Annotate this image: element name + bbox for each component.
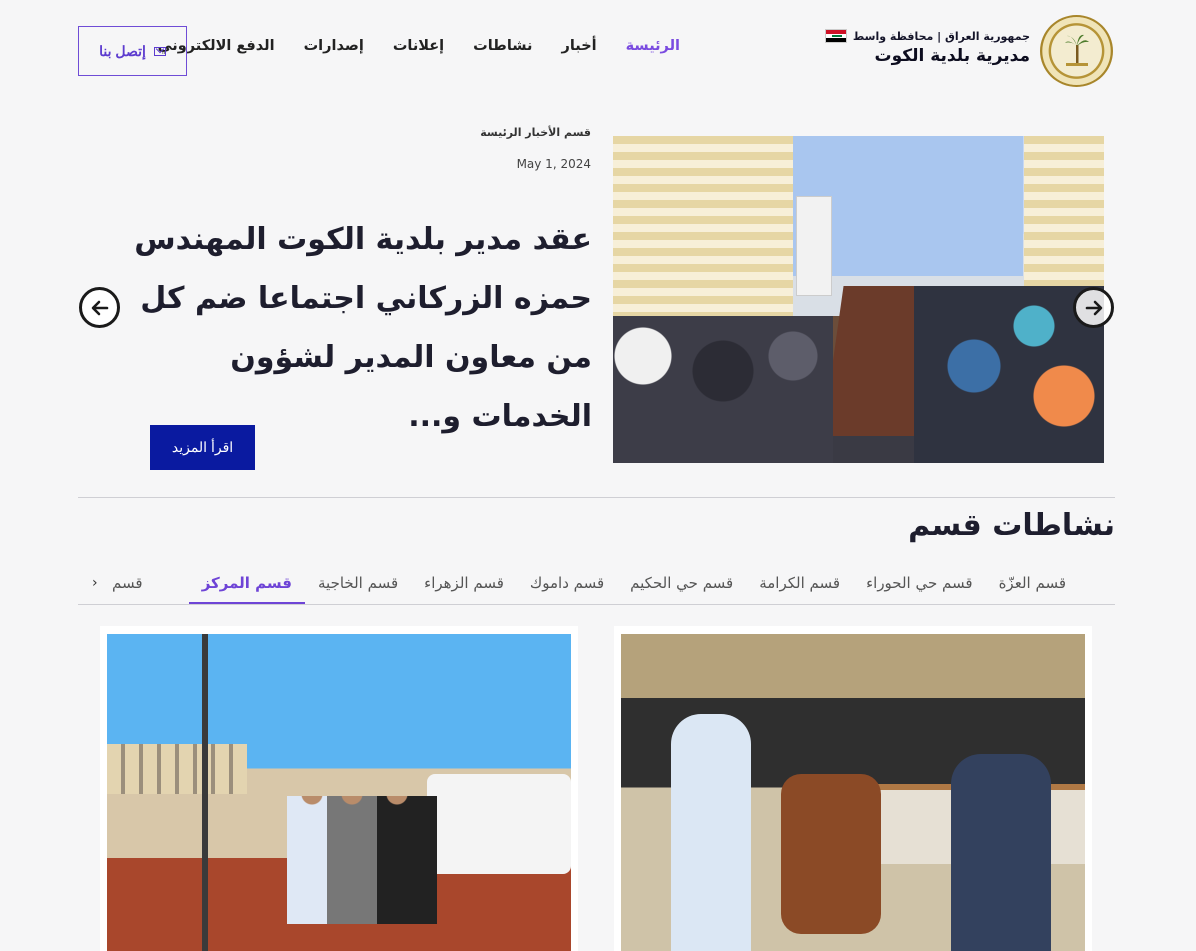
tab-damook[interactable]: قسم داموك — [517, 566, 617, 604]
activity-card[interactable] — [614, 626, 1092, 951]
arrow-left-icon — [91, 300, 108, 315]
main-nav: الرئيسة أخبار نشاطات إعلانات إصدارات الد… — [158, 38, 680, 60]
brand-title[interactable]: مديرية بلدية الكوت — [874, 46, 1030, 66]
tab-markaz[interactable]: قسم المركز — [188, 566, 305, 604]
arrow-right-icon — [1085, 300, 1102, 315]
envelope-icon — [153, 46, 166, 56]
tab-hay-alhakeem[interactable]: قسم حي الحكيم — [617, 566, 746, 604]
tab-row: قسم المركز قسم الخاجية قسم الزهراء قسم د… — [188, 566, 1079, 604]
nav-item-news[interactable]: أخبار — [562, 38, 597, 60]
nav-item-activities[interactable]: نشاطات — [473, 38, 532, 60]
activity-image-street[interactable] — [107, 634, 571, 951]
activity-image-office[interactable] — [621, 634, 1085, 951]
municipality-logo[interactable] — [1040, 15, 1113, 87]
tab-khajiya[interactable]: قسم الخاجية — [305, 566, 411, 604]
tab-hay-alhawraa[interactable]: قسم حي الحوراء — [853, 566, 985, 604]
hero-headline[interactable]: عقد مدير بلدية الكوت المهندس حمزه الزركا… — [118, 210, 592, 446]
tab-izza[interactable]: قسم العزّة — [986, 566, 1079, 604]
contact-us-button[interactable]: إتصل بنا — [78, 26, 187, 76]
contact-us-label: إتصل بنا — [99, 42, 146, 59]
hero-image-meeting[interactable] — [613, 136, 1104, 463]
chevron-right-icon[interactable]: › — [92, 575, 98, 591]
brand-subtitle-row: جمهورية العراق | محافظة واسط — [824, 28, 1030, 44]
nav-item-publications[interactable]: إصدارات — [304, 38, 364, 60]
tab-karama[interactable]: قسم الكرامة — [746, 566, 853, 604]
hero-category[interactable]: قسم الأخبار الرئيسة — [480, 126, 591, 139]
page: جمهورية العراق | محافظة واسط مديرية بلدي… — [0, 0, 1196, 951]
activities-title: نشاطات قسم — [908, 508, 1115, 543]
nav-item-announcements[interactable]: إعلانات — [393, 38, 444, 60]
brand-subtitle: جمهورية العراق | محافظة واسط — [852, 29, 1030, 43]
tab-overflow[interactable]: قسم — [112, 566, 143, 600]
iraq-flag-icon — [824, 29, 847, 43]
palm-tree-icon — [1065, 34, 1089, 66]
hero-date: May 1, 2024 — [516, 157, 591, 171]
department-tabs: قسم المركز قسم الخاجية قسم الزهراء قسم د… — [78, 566, 1115, 605]
slider-next-button[interactable] — [1073, 287, 1114, 328]
section-divider — [78, 497, 1115, 498]
nav-item-home[interactable]: الرئيسة — [626, 38, 680, 60]
site-header: جمهورية العراق | محافظة واسط مديرية بلدي… — [0, 0, 1196, 100]
activity-card[interactable] — [100, 626, 578, 951]
read-more-button[interactable]: اقرأ المزيد — [150, 425, 255, 470]
slider-prev-button[interactable] — [79, 287, 120, 328]
tab-zahraa[interactable]: قسم الزهراء — [411, 566, 517, 604]
